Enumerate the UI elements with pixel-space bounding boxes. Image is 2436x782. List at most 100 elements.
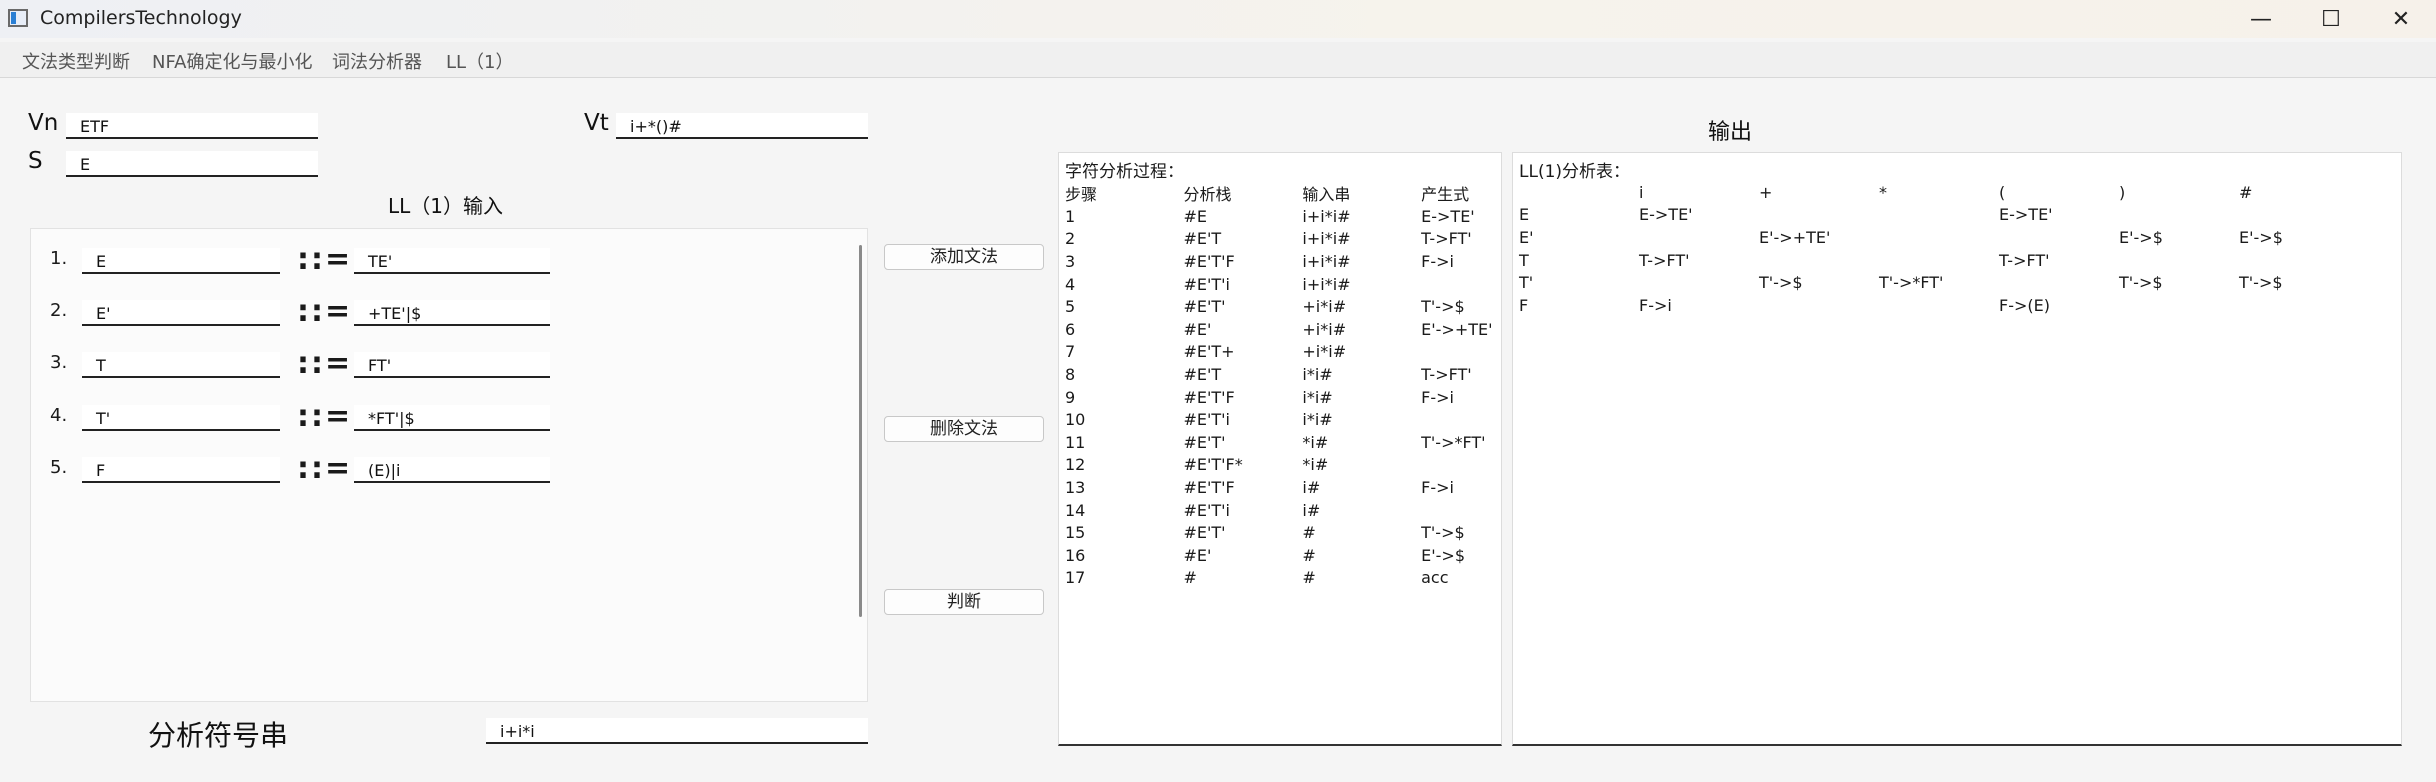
- ll1-header-cell: ): [2119, 182, 2126, 202]
- start-symbol-label: S: [28, 148, 43, 174]
- process-row: 10 #E'T'i i*i#: [1065, 408, 1501, 431]
- process-cell: *i#: [1302, 455, 1329, 475]
- process-cell: [1421, 499, 1501, 522]
- vn-label: Vn: [28, 110, 59, 136]
- ll1-header-row: i + * () #: [1519, 181, 2359, 204]
- rule-4-right[interactable]: *FT'|$: [354, 405, 550, 431]
- start-symbol-input[interactable]: E: [66, 151, 318, 177]
- rule-1-left[interactable]: E: [82, 248, 280, 274]
- process-title: 字符分析过程：: [1065, 162, 1184, 182]
- process-cell: F->i: [1421, 477, 1454, 497]
- ll1-cell: E->TE': [1639, 205, 1693, 225]
- process-row: 17 # # acc: [1065, 567, 1501, 590]
- judge-button[interactable]: 判断: [884, 589, 1044, 615]
- ll1-cell: [1759, 294, 1879, 317]
- ll1-cell: [1879, 294, 1999, 317]
- analysis-string-input[interactable]: i+i*i: [486, 718, 868, 744]
- process-cell: 2: [1065, 229, 1076, 249]
- rule-5-right[interactable]: (E)|i: [354, 457, 550, 483]
- process-cell: 12: [1065, 455, 1086, 475]
- process-cell: #E'T'i: [1183, 500, 1230, 520]
- process-cell: 5: [1065, 297, 1076, 317]
- process-cell: #E'T'F: [1183, 251, 1235, 271]
- process-cell: i+i*i#: [1302, 229, 1351, 249]
- grammar-scrollbar[interactable]: [859, 245, 862, 617]
- menu-ll1[interactable]: LL（1）: [446, 48, 514, 74]
- process-row: 4 #E'T'i i+i*i#: [1065, 273, 1501, 296]
- ll1-cell: T: [1519, 250, 1529, 270]
- process-cell: F->i: [1421, 387, 1454, 407]
- rule-5-left[interactable]: F: [82, 457, 280, 483]
- process-cell: acc: [1421, 568, 1449, 588]
- title-bar: CompilersTechnology — ☐ ✕: [0, 0, 2436, 38]
- process-cell: #E'T'i: [1183, 274, 1230, 294]
- process-row: 5 #E'T' +i*i# T'->$: [1065, 295, 1501, 318]
- rule-5-separator: ::=: [297, 451, 353, 486]
- ll1-cell: T->FT': [1639, 250, 1690, 270]
- process-table: 步骤 分析栈 输入串 产生式 1 #E i+i*i# E->TE' 2 #E'T i+i*i# T->…: [1065, 181, 1501, 589]
- process-row: 12 #E'T'F* *i#: [1065, 454, 1501, 477]
- menu-grammar-type[interactable]: 文法类型判断: [22, 48, 130, 74]
- process-cell: 10: [1065, 410, 1086, 430]
- rule-3-left[interactable]: T: [82, 352, 280, 378]
- ll1-cell: T'->*FT': [1879, 273, 1944, 293]
- close-button[interactable]: ✕: [2366, 0, 2436, 38]
- ll1-header-cell: i: [1639, 182, 1644, 202]
- maximize-button[interactable]: ☐: [2296, 0, 2366, 38]
- process-cell: 4: [1065, 274, 1076, 294]
- process-cell: [1421, 341, 1501, 364]
- process-cell: *i#: [1302, 432, 1329, 452]
- ll1-cell: T'->$: [1759, 273, 1803, 293]
- minimize-button[interactable]: —: [2226, 0, 2296, 38]
- rule-4-separator: ::=: [297, 399, 353, 434]
- add-grammar-button[interactable]: 添加文法: [884, 244, 1044, 270]
- vt-input[interactable]: i+*()#: [616, 113, 868, 139]
- ll1-cell: E: [1519, 205, 1530, 225]
- rule-2-left[interactable]: E': [82, 300, 280, 326]
- ll1-cell: [1879, 204, 1999, 227]
- process-cell: +i*i#: [1302, 319, 1347, 339]
- window-title: CompilersTechnology: [40, 7, 242, 29]
- process-row: 7 #E'T+ +i*i#: [1065, 341, 1501, 364]
- process-cell: i*i#: [1302, 364, 1333, 384]
- process-cell: #: [1302, 568, 1316, 588]
- process-cell: #: [1183, 568, 1197, 588]
- process-cell: E'->+TE': [1421, 319, 1493, 339]
- process-cell: E->TE': [1421, 206, 1475, 226]
- ll1-cell: [2119, 204, 2239, 227]
- process-cell: 6: [1065, 319, 1076, 339]
- process-cell: i*i#: [1302, 410, 1333, 430]
- process-cell: #E': [1183, 319, 1212, 339]
- ll1-header-cell: (: [1999, 182, 2006, 202]
- process-row: 16 #E' # E'->$: [1065, 544, 1501, 567]
- process-row: 15 #E'T' # T'->$: [1065, 521, 1501, 544]
- process-header-cell: 输入串: [1302, 185, 1351, 204]
- process-cell: 11: [1065, 432, 1086, 452]
- process-cell: i#: [1302, 500, 1321, 520]
- menu-nfa-dfa[interactable]: NFA确定化与最小化: [152, 48, 312, 74]
- process-row: 14 #E'T'i i#: [1065, 499, 1501, 522]
- ll1-header-cell: [1519, 181, 1639, 204]
- ll1-cell: [2119, 294, 2239, 317]
- process-cell: 3: [1065, 251, 1076, 271]
- process-cell: #: [1302, 545, 1316, 565]
- rule-2-right[interactable]: +TE'|$: [354, 300, 550, 326]
- rule-4-left[interactable]: T': [82, 405, 280, 431]
- ll1-cell: [1879, 249, 1999, 272]
- rule-1-right[interactable]: TE': [354, 248, 550, 274]
- ll1-cell: [1639, 271, 1759, 294]
- delete-grammar-button[interactable]: 删除文法: [884, 416, 1044, 442]
- process-cell: T'->$: [1421, 297, 1465, 317]
- rule-3-right[interactable]: FT': [354, 352, 550, 378]
- process-cell: #E'T'i: [1183, 410, 1230, 430]
- menu-lexer[interactable]: 词法分析器: [332, 48, 422, 74]
- menu-bar: 文法类型判断 NFA确定化与最小化 词法分析器 LL（1）: [0, 42, 2436, 78]
- process-header-cell: 步骤: [1065, 185, 1098, 204]
- process-cell: 8: [1065, 364, 1076, 384]
- process-cell: F->i: [1421, 251, 1454, 271]
- process-cell: i+i*i#: [1302, 251, 1351, 271]
- ll1-cell: [1999, 226, 2119, 249]
- app-icon: [8, 9, 28, 27]
- vn-input[interactable]: ETF: [66, 113, 318, 139]
- process-cell: 16: [1065, 545, 1086, 565]
